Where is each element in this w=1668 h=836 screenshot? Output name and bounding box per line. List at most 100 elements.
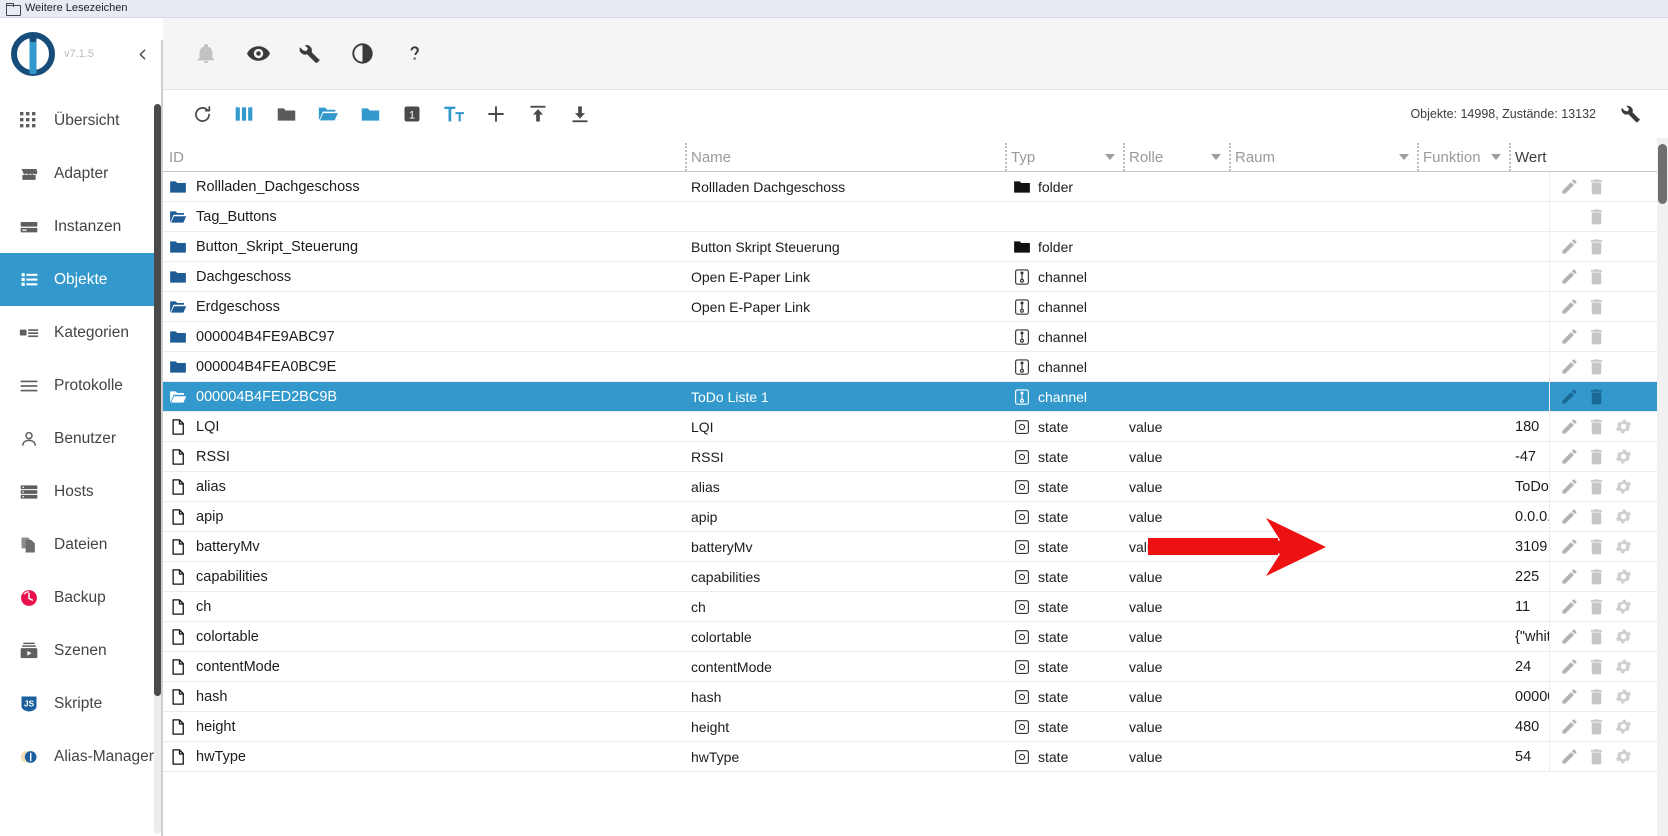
folder-closed-icon[interactable]: [169, 238, 187, 256]
sidebar-item-szenen[interactable]: Szenen: [0, 624, 163, 677]
delete-icon[interactable]: [1587, 297, 1606, 316]
bookmark-label[interactable]: Weitere Lesezeichen: [25, 3, 128, 14]
sidebar-item-instanzen[interactable]: Instanzen: [0, 200, 163, 253]
settings-gear-icon[interactable]: [1614, 417, 1633, 436]
delete-icon[interactable]: [1587, 417, 1606, 436]
cell-wert[interactable]: 3109: [1509, 532, 1549, 562]
table-row[interactable]: Rollladen_Dachgeschoss Rollladen Dachgesc…: [163, 172, 1657, 202]
export-icon[interactable]: [559, 93, 601, 135]
edit-icon[interactable]: [1560, 297, 1579, 316]
cell-wert[interactable]: 0.0.0.0: [1509, 502, 1549, 532]
table-row[interactable]: Tag_Buttons: [163, 201, 1657, 232]
edit-icon[interactable]: [1560, 177, 1579, 196]
cell-wert[interactable]: 480: [1509, 712, 1549, 742]
delete-icon[interactable]: [1587, 357, 1606, 376]
table-row[interactable]: LQI LQI state value 180: [163, 411, 1657, 442]
state-file-icon[interactable]: [169, 448, 187, 466]
text-size-icon[interactable]: [433, 93, 475, 135]
cell-wert[interactable]: 11: [1509, 592, 1549, 622]
delete-icon[interactable]: [1587, 207, 1606, 226]
column-header-funktion[interactable]: Funktion: [1417, 143, 1509, 171]
cell-wert[interactable]: 180: [1509, 412, 1549, 442]
column-header-typ[interactable]: Typ: [1005, 143, 1123, 171]
chevron-down-icon[interactable]: [1491, 154, 1501, 160]
column-header-raum[interactable]: Raum: [1229, 143, 1417, 171]
delete-icon[interactable]: [1587, 447, 1606, 466]
edit-icon[interactable]: [1560, 357, 1579, 376]
edit-icon[interactable]: [1560, 387, 1579, 406]
edit-icon[interactable]: [1560, 627, 1579, 646]
cell-wert[interactable]: [1509, 232, 1549, 262]
delete-icon[interactable]: [1587, 177, 1606, 196]
table-row[interactable]: capabilities capabilities state value 225: [163, 561, 1657, 592]
table-row[interactable]: Button_Skript_Steuerung Button Skript Ste…: [163, 231, 1657, 262]
edit-icon[interactable]: [1560, 567, 1579, 586]
folder-open-icon[interactable]: [169, 388, 187, 406]
cell-wert[interactable]: [1509, 202, 1549, 232]
folder-filled-icon[interactable]: [349, 93, 391, 135]
columns-icon[interactable]: [223, 93, 265, 135]
help-icon[interactable]: [399, 39, 429, 69]
delete-icon[interactable]: [1587, 327, 1606, 346]
edit-icon[interactable]: [1560, 447, 1579, 466]
cell-wert[interactable]: [1509, 352, 1549, 382]
delete-icon[interactable]: [1587, 627, 1606, 646]
delete-icon[interactable]: [1587, 387, 1606, 406]
chevron-down-icon[interactable]: [1211, 154, 1221, 160]
state-file-icon[interactable]: [169, 748, 187, 766]
cell-wert[interactable]: ToDo Liste 1: [1509, 472, 1549, 502]
edit-icon[interactable]: [1560, 537, 1579, 556]
sidebar-item-dateien[interactable]: Dateien: [0, 518, 163, 571]
delete-icon[interactable]: [1587, 237, 1606, 256]
chevron-down-icon[interactable]: [1399, 154, 1409, 160]
table-row[interactable]: Erdgeschoss Open E-Paper Link channel: [163, 291, 1657, 322]
state-file-icon[interactable]: [169, 658, 187, 676]
sidebar-item-skripte[interactable]: JS Skripte: [0, 677, 163, 730]
state-file-icon[interactable]: [169, 718, 187, 736]
cell-wert[interactable]: {"white":[255,2…: [1509, 622, 1549, 652]
sidebar-item-objekte[interactable]: Objekte: [0, 253, 163, 306]
column-header-wert[interactable]: Wert: [1509, 143, 1657, 171]
cell-wert[interactable]: [1509, 172, 1549, 202]
settings-gear-icon[interactable]: [1614, 657, 1633, 676]
column-header-name[interactable]: Name: [685, 143, 1005, 171]
expand-level-1-icon[interactable]: 1: [391, 93, 433, 135]
state-file-icon[interactable]: [169, 478, 187, 496]
edit-icon[interactable]: [1560, 717, 1579, 736]
edit-icon[interactable]: [1560, 477, 1579, 496]
settings-gear-icon[interactable]: [1614, 747, 1633, 766]
state-file-icon[interactable]: [169, 418, 187, 436]
table-row[interactable]: 000004B4FEA0BC9E channel: [163, 351, 1657, 382]
column-header-rolle[interactable]: Rolle: [1123, 143, 1229, 171]
import-icon[interactable]: [517, 93, 559, 135]
cell-wert[interactable]: 24: [1509, 652, 1549, 682]
add-icon[interactable]: [475, 93, 517, 135]
state-file-icon[interactable]: [169, 688, 187, 706]
table-row[interactable]: Dachgeschoss Open E-Paper Link channel: [163, 261, 1657, 292]
sidebar-item-backup[interactable]: Backup: [0, 571, 163, 624]
sidebar-item-hosts[interactable]: Hosts: [0, 465, 163, 518]
table-row[interactable]: batteryMv batteryMv state value 3109: [163, 531, 1657, 562]
table-row[interactable]: height height state value 480: [163, 711, 1657, 742]
folder-closed-icon[interactable]: [169, 358, 187, 376]
folder-closed-icon[interactable]: [265, 93, 307, 135]
state-file-icon[interactable]: [169, 568, 187, 586]
delete-icon[interactable]: [1587, 267, 1606, 286]
chevron-left-icon[interactable]: [129, 41, 155, 67]
settings-wrench-icon[interactable]: [1610, 93, 1652, 135]
cell-wert[interactable]: [1509, 292, 1549, 322]
settings-gear-icon[interactable]: [1614, 597, 1633, 616]
edit-icon[interactable]: [1560, 597, 1579, 616]
eye-icon[interactable]: [243, 39, 273, 69]
sidebar-scrollbar-thumb[interactable]: [154, 104, 161, 696]
folder-open-icon[interactable]: [169, 208, 187, 226]
column-header-id[interactable]: ID: [163, 145, 685, 169]
edit-icon[interactable]: [1560, 687, 1579, 706]
delete-icon[interactable]: [1587, 747, 1606, 766]
cell-wert[interactable]: 54: [1509, 742, 1549, 772]
settings-gear-icon[interactable]: [1614, 687, 1633, 706]
table-row[interactable]: 000004B4FE9ABC97 channel: [163, 321, 1657, 352]
cell-wert[interactable]: [1509, 322, 1549, 352]
table-row[interactable]: colortable colortable state value {"white":[…: [163, 621, 1657, 652]
sidebar-item-benutzer[interactable]: Benutzer: [0, 412, 163, 465]
